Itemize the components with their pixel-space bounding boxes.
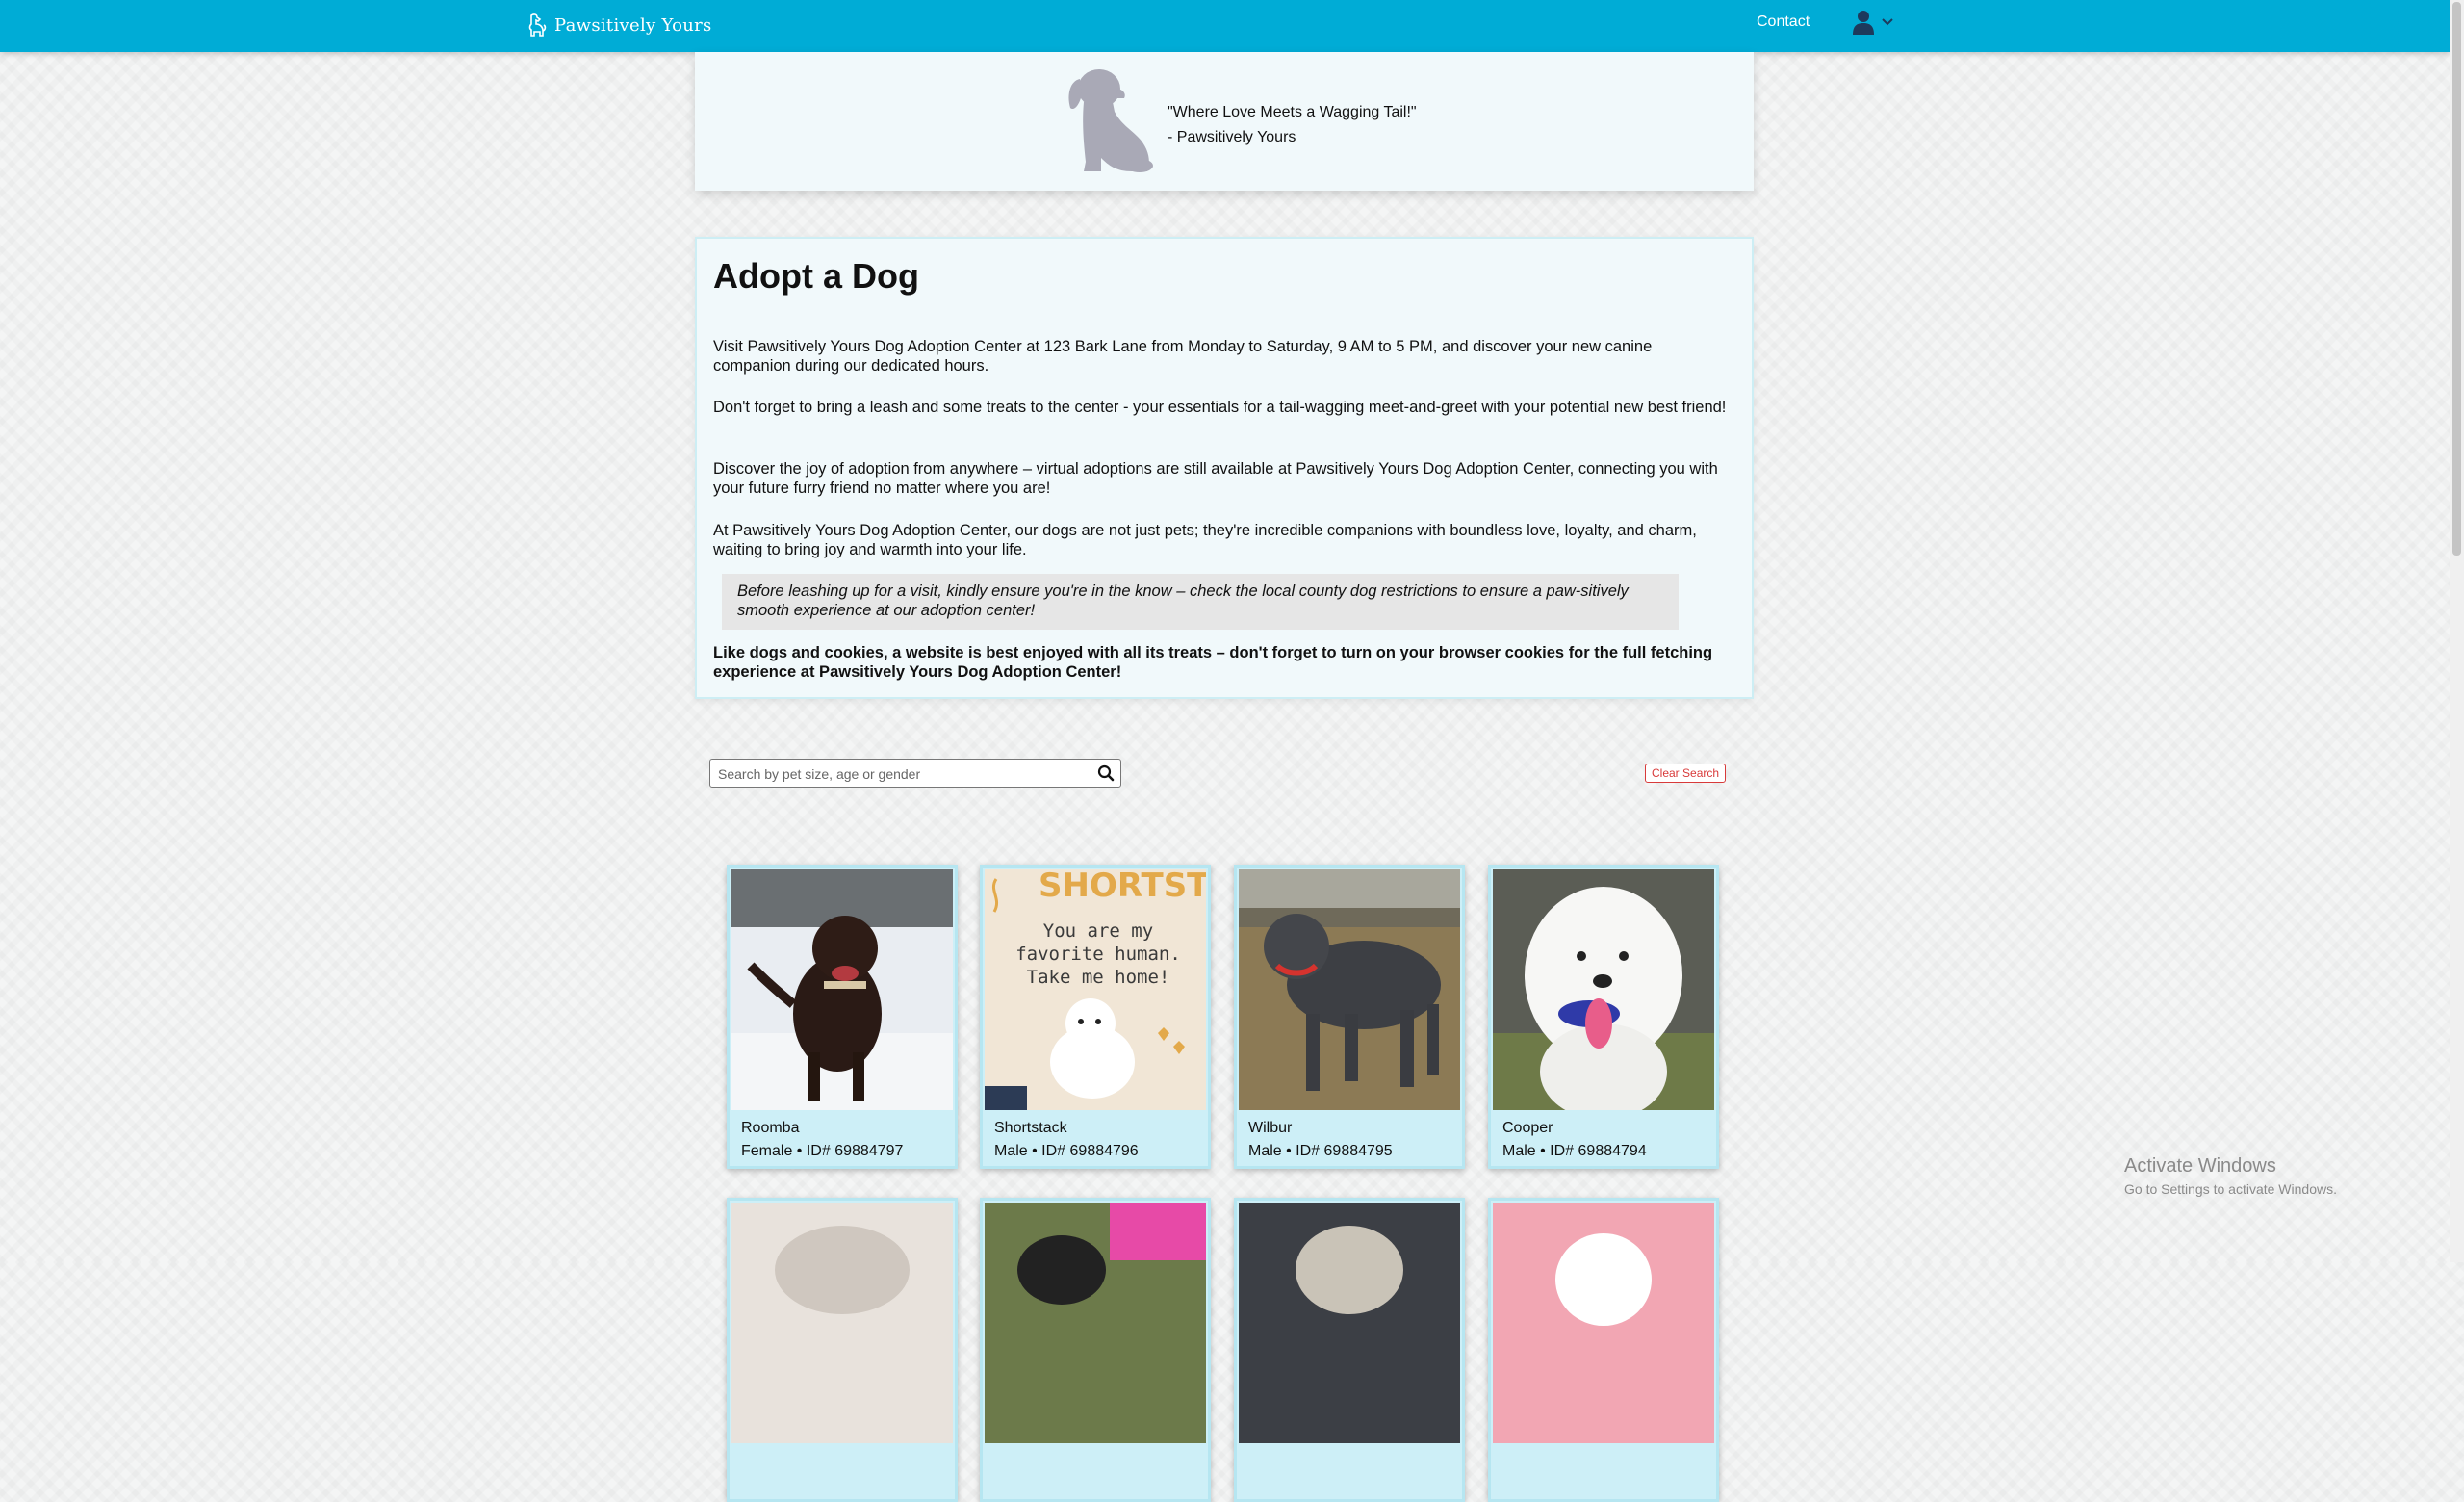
info-paragraph-virtual: Discover the joy of adoption from anywhe…	[713, 460, 1718, 497]
hero-banner: "Where Love Meets a Wagging Tail!" - Paw…	[695, 52, 1754, 191]
watermark-title: Activate Windows	[2124, 1155, 2276, 1177]
dog-card[interactable]: SHORTSTA You are my favorite human. Take…	[980, 865, 1211, 1169]
page-title: Adopt a Dog	[713, 256, 919, 296]
watermark-subtitle: Go to Settings to activate Windows.	[2124, 1181, 2337, 1197]
brand-link[interactable]: Pawsitively Yours	[526, 10, 712, 40]
dog-card[interactable]: Cooper Male • ID# 69884794	[1488, 865, 1719, 1169]
dog-card[interactable]	[1488, 1198, 1719, 1502]
windows-activation-watermark: Activate Windows Go to Settings to activ…	[2124, 1155, 2337, 1197]
hero-quote: "Where Love Meets a Wagging Tail!" - Paw…	[1168, 100, 1417, 150]
adopt-info-card: Adopt a Dog Visit Pawsitively Yours Dog …	[695, 237, 1754, 699]
chevron-down-icon	[1882, 18, 1893, 26]
dog-card[interactable]	[980, 1198, 1211, 1502]
dog-name: Wilbur	[1248, 1120, 1293, 1136]
dog-name: Cooper	[1502, 1120, 1553, 1136]
dog-card[interactable]: Roomba Female • ID# 69884797	[727, 865, 958, 1169]
top-nav: Pawsitively Yours Contact	[0, 0, 2450, 52]
info-paragraph-companions: At Pawsitively Yours Dog Adoption Center…	[713, 522, 1697, 558]
dog-photo	[1239, 1203, 1460, 1443]
quote-text: "Where Love Meets a Wagging Tail!"	[1168, 104, 1417, 120]
dog-photo	[732, 869, 953, 1110]
user-menu[interactable]	[1852, 10, 1894, 35]
dog-card[interactable]	[1234, 1198, 1465, 1502]
nav-contact-link[interactable]: Contact	[1757, 13, 1810, 31]
dog-photo	[985, 1203, 1206, 1443]
info-paragraph-leash: Don't forget to bring a leash and some t…	[713, 399, 1727, 416]
dog-name: Shortstack	[994, 1120, 1067, 1136]
dog-photo	[732, 1203, 953, 1443]
restrictions-note: Before leashing up for a visit, kindly e…	[722, 574, 1679, 630]
scrollbar-thumb[interactable]	[2452, 2, 2461, 556]
dog-logo-icon	[528, 13, 547, 37]
quote-attribution: - Pawsitively Yours	[1168, 129, 1296, 145]
brand-name: Pawsitively Yours	[554, 14, 712, 36]
dog-photo	[1493, 869, 1714, 1110]
dog-card[interactable]	[727, 1198, 958, 1502]
dog-name: Roomba	[741, 1120, 800, 1136]
poster-title: SHORTSTA	[1039, 869, 1206, 905]
page-scrollbar[interactable]	[2450, 0, 2464, 1262]
dog-photo	[1239, 869, 1460, 1110]
clear-search-button[interactable]: Clear Search	[1645, 764, 1727, 783]
dog-silhouette-icon	[1068, 69, 1153, 172]
dog-details: Male • ID# 69884796	[994, 1143, 1139, 1159]
info-paragraph-hours: Visit Pawsitively Yours Dog Adoption Cen…	[713, 338, 1653, 375]
cookies-notice: Like dogs and cookies, a website is best…	[713, 644, 1713, 681]
search-input[interactable]	[716, 763, 1086, 786]
dog-details: Female • ID# 69884797	[741, 1143, 904, 1159]
poster-line: You are my	[1043, 920, 1153, 942]
user-icon	[1853, 11, 1874, 35]
search-box	[709, 759, 1121, 788]
dog-photo	[1493, 1203, 1714, 1443]
poster-line: favorite human.	[1015, 944, 1181, 965]
dog-photo: SHORTSTA You are my favorite human. Take…	[985, 869, 1206, 1110]
dog-details: Male • ID# 69884795	[1248, 1143, 1393, 1159]
dog-details: Male • ID# 69884794	[1502, 1143, 1647, 1159]
poster-line: Take me home!	[1027, 967, 1170, 988]
dog-card[interactable]: Wilbur Male • ID# 69884795	[1234, 865, 1465, 1169]
search-icon[interactable]	[1097, 764, 1115, 782]
